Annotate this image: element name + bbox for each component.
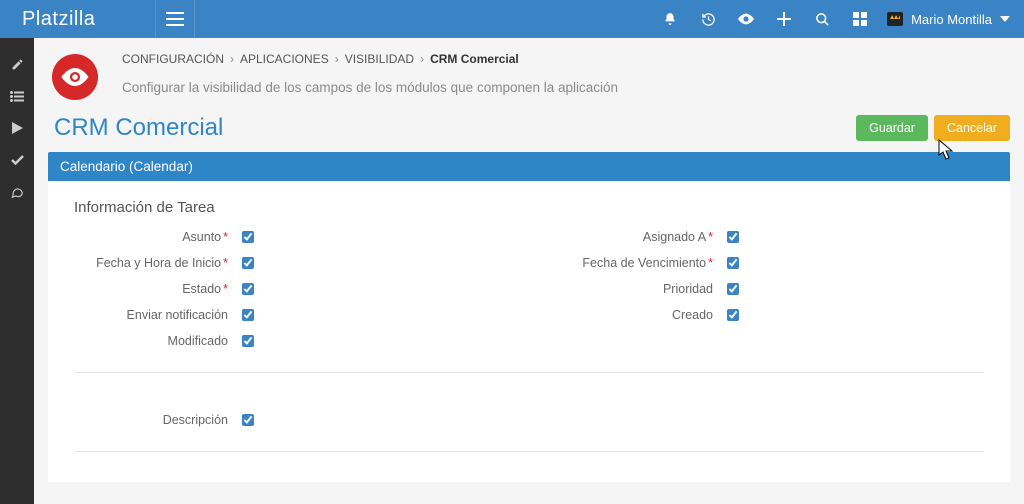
- field-row-estado: Estado*: [74, 282, 499, 296]
- top-icon-bar: [651, 0, 879, 38]
- field-row-prioridad: Prioridad: [559, 282, 984, 296]
- list-icon: [10, 91, 24, 102]
- required-marker: *: [223, 230, 228, 244]
- grid-icon: [853, 12, 867, 26]
- history-icon: [701, 12, 716, 27]
- user-name: Mario Montilla: [911, 12, 992, 27]
- visibility-button[interactable]: [727, 0, 765, 38]
- menu-toggle-button[interactable]: [155, 0, 195, 38]
- field-row-descripcion: Descripción: [74, 413, 499, 427]
- field-checkbox-creado[interactable]: [727, 309, 739, 321]
- breadcrumb-current: CRM Comercial: [430, 52, 519, 66]
- required-marker: *: [223, 256, 228, 270]
- field-checkbox-fecha-venc[interactable]: [727, 257, 739, 269]
- field-row-enviar-notif: Enviar notificación: [74, 308, 499, 322]
- top-bar: Platzilla Mario Montilla: [0, 0, 1024, 38]
- field-row-fecha-venc: Fecha de Vencimiento*: [559, 256, 984, 270]
- sidebar-item-edit[interactable]: [0, 48, 34, 80]
- bell-icon: [663, 12, 677, 26]
- page-title: CRM Comercial: [54, 114, 850, 142]
- pencil-icon: [11, 58, 24, 71]
- field-checkbox-asignado[interactable]: [727, 231, 739, 243]
- section-header[interactable]: Calendario (Calendar): [48, 152, 1010, 181]
- field-checkbox-asunto[interactable]: [242, 231, 254, 243]
- field-checkbox-modificado[interactable]: [242, 335, 254, 347]
- sidebar-item-chat[interactable]: [0, 176, 34, 208]
- chat-icon: [10, 186, 24, 198]
- breadcrumb: CONFIGURACIÓN › APLICACIONES › VISIBILID…: [122, 52, 1010, 66]
- sidebar-item-list[interactable]: [0, 80, 34, 112]
- sidebar-item-check[interactable]: [0, 144, 34, 176]
- field-checkbox-fecha-inicio[interactable]: [242, 257, 254, 269]
- required-marker: *: [708, 256, 713, 270]
- save-button[interactable]: Guardar: [856, 115, 928, 141]
- field-row-asignado: Asignado A*: [559, 230, 984, 244]
- breadcrumb-item[interactable]: APLICACIONES: [240, 52, 329, 66]
- left-sidebar: [0, 38, 34, 504]
- user-menu[interactable]: Mario Montilla: [879, 12, 1024, 27]
- sidebar-item-play[interactable]: [0, 112, 34, 144]
- history-button[interactable]: [689, 0, 727, 38]
- check-icon: [11, 155, 24, 165]
- eye-icon: [738, 13, 754, 25]
- plus-icon: [777, 12, 791, 26]
- search-icon: [815, 12, 830, 27]
- field-row-creado: Creado: [559, 308, 984, 322]
- page-subtitle: Configurar la visibilidad de los campos …: [122, 80, 1010, 95]
- cancel-button[interactable]: Cancelar: [934, 115, 1010, 141]
- required-marker: *: [223, 282, 228, 296]
- group-title: Información de Tarea: [74, 199, 984, 216]
- module-icon: [52, 54, 98, 100]
- chevron-down-icon: [1000, 16, 1010, 22]
- user-avatar-icon: [887, 12, 903, 26]
- breadcrumb-item[interactable]: VISIBILIDAD: [345, 52, 414, 66]
- field-row-modificado: Modificado: [74, 334, 499, 348]
- field-row-fecha-inicio: Fecha y Hora de Inicio*: [74, 256, 499, 270]
- brand-logo: Platzilla: [0, 8, 155, 31]
- play-icon: [12, 122, 23, 134]
- field-checkbox-prioridad[interactable]: [727, 283, 739, 295]
- hamburger-icon: [166, 12, 184, 26]
- notifications-button[interactable]: [651, 0, 689, 38]
- field-checkbox-descripcion[interactable]: [242, 414, 254, 426]
- divider: [74, 451, 984, 452]
- breadcrumb-item[interactable]: CONFIGURACIÓN: [122, 52, 224, 66]
- field-checkbox-enviar-notif[interactable]: [242, 309, 254, 321]
- field-checkbox-estado[interactable]: [242, 283, 254, 295]
- divider: [74, 372, 984, 373]
- required-marker: *: [708, 230, 713, 244]
- add-button[interactable]: [765, 0, 803, 38]
- fields-panel: Información de Tarea Asunto* Asignado A*…: [48, 181, 1010, 482]
- apps-button[interactable]: [841, 0, 879, 38]
- search-button[interactable]: [803, 0, 841, 38]
- field-row-asunto: Asunto*: [74, 230, 499, 244]
- main-content: CONFIGURACIÓN › APLICACIONES › VISIBILID…: [34, 38, 1024, 504]
- eye-icon: [61, 68, 89, 86]
